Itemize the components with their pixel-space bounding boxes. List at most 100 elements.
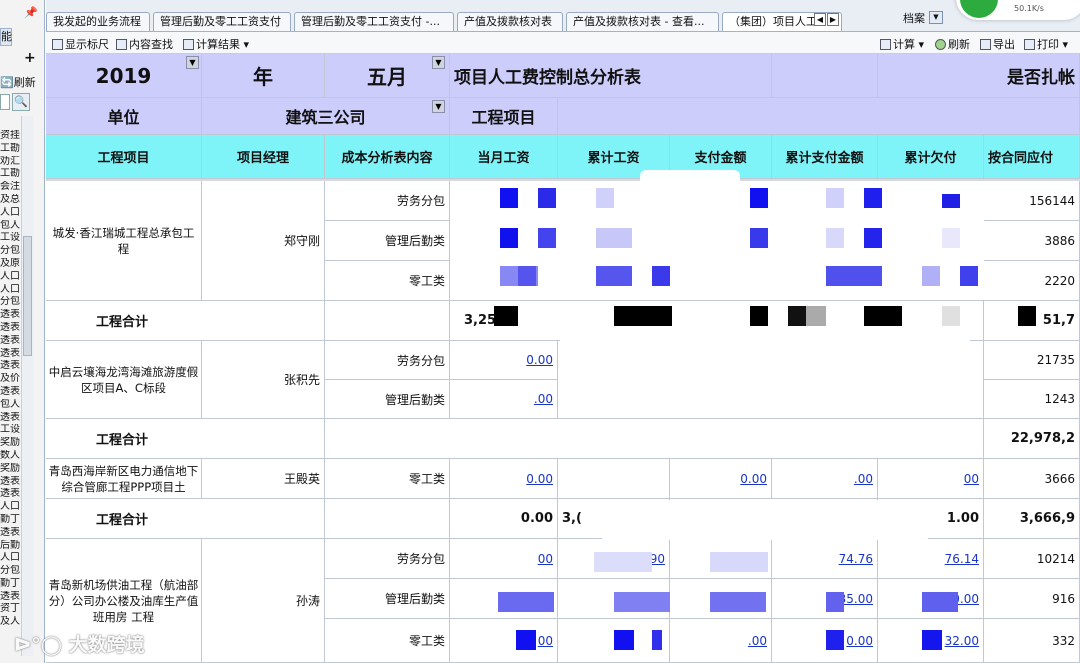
monthly-wage-link[interactable]: 00 (538, 552, 553, 566)
sidebar-tree-item[interactable]: 人口 (0, 501, 20, 514)
sidebar-tree-item[interactable]: 人口 (0, 271, 20, 284)
sidebar-tree-item[interactable]: 透表 (0, 322, 20, 335)
monthly-wage-cell[interactable]: 00 (450, 539, 558, 579)
sidebar-scrollbar[interactable] (21, 116, 33, 656)
monthly-wage-link[interactable]: 0.00 (526, 353, 553, 367)
unit-value-cell[interactable]: 建筑三公司 (202, 98, 450, 135)
cumulative-paid-cell[interactable]: .00 (772, 459, 878, 499)
monthly-wage-cell[interactable]: 0.00 (450, 341, 558, 380)
monthly-wage-cell[interactable]: 0.00 (450, 459, 558, 499)
sidebar-tree-item[interactable]: 人口 (0, 284, 20, 297)
sidebar-tree-item[interactable]: 及价 (0, 373, 20, 386)
monthly-wage-link[interactable]: 0.00 (526, 472, 553, 486)
arrears-link[interactable]: 32.00 (945, 634, 979, 648)
sidebar-tree-item[interactable]: 透表 (0, 348, 20, 361)
print-button[interactable]: 打印 ▾ (1024, 36, 1068, 52)
year-dropdown-icon[interactable]: ▼ (186, 56, 199, 69)
cumulative-wage-link[interactable]: .90 (646, 552, 665, 566)
sidebar-tree-item[interactable]: 劝汇总 (0, 156, 20, 169)
sidebar-tree-item[interactable]: 透表 (0, 591, 20, 604)
sidebar-tree-item[interactable]: 透表 (0, 488, 20, 501)
sidebar-tree-item[interactable]: 工设 (0, 232, 20, 245)
refresh-button[interactable]: 刷新 (935, 36, 970, 52)
month-dropdown-icon[interactable]: ▼ (432, 56, 445, 69)
search-icon[interactable]: 🔍 (12, 93, 30, 111)
scrollbar-thumb[interactable] (23, 236, 32, 356)
sidebar-tree-item[interactable]: 透表 (0, 309, 20, 322)
paid-amount-link[interactable]: .00 (748, 634, 767, 648)
sidebar-tree-item[interactable]: 包人 (0, 220, 20, 233)
cumulative-paid-link[interactable]: 74.76 (839, 552, 873, 566)
tab-wage-payment-detail[interactable]: 管理后勤及零工工资支付 -... (294, 12, 454, 31)
sidebar-tree-item[interactable]: 及人 (0, 616, 20, 629)
cumulative-paid-cell[interactable]: 0.00 (772, 619, 878, 663)
monthly-wage-link[interactable]: 00 (538, 634, 553, 648)
calc-result-button[interactable]: 计算结果 ▾ (183, 36, 249, 52)
sidebar-tree-item[interactable]: 透表 (0, 476, 20, 489)
sidebar-tree-item[interactable]: 人口 (0, 552, 20, 565)
arrears-cell[interactable]: 00 (878, 459, 984, 499)
monthly-wage-cell[interactable]: .00 (450, 380, 558, 419)
unit-dropdown-icon[interactable]: ▼ (432, 100, 445, 113)
add-icon[interactable]: + (24, 50, 36, 66)
sidebar-tree-item[interactable]: 人口 (0, 207, 20, 220)
sidebar-tree-item[interactable]: 透表 (0, 335, 20, 348)
tab-output-check-view[interactable]: 产值及拨款核对表 - 查看... (566, 12, 719, 31)
arrears-link[interactable]: 500.00 (937, 592, 979, 606)
sidebar-refresh-button[interactable]: 🔄刷新 (0, 74, 44, 90)
cumulative-paid-link[interactable]: .00 (854, 472, 873, 486)
cumulative-paid-link[interactable]: 0.00 (846, 634, 873, 648)
export-button[interactable]: 导出 (980, 36, 1015, 52)
paid-amount-link[interactable]: 0.00 (740, 472, 767, 486)
cumulative-paid-cell[interactable]: 74.76 (772, 539, 878, 579)
cumulative-paid-link[interactable]: 35.00 (839, 592, 873, 606)
sidebar-tree-item[interactable]: 会注 (0, 181, 20, 194)
sidebar-search-input[interactable] (0, 94, 10, 110)
calculate-button[interactable]: 计算 ▾ (880, 36, 924, 52)
sidebar-tree-item[interactable]: 数人 (0, 450, 20, 463)
pin-icon[interactable]: 📌 (24, 6, 38, 19)
sidebar-tree-item[interactable]: 透表 (0, 386, 20, 399)
tab-wage-payment[interactable]: 管理后勤及零工工资支付 (153, 12, 291, 31)
tab-scroll-left-icon[interactable]: ◀ (814, 13, 826, 26)
sidebar-tree-item[interactable]: 透表 (0, 360, 20, 373)
arrears-cell[interactable]: 500.00 (878, 579, 984, 619)
archive-dropdown-icon[interactable]: ▼ (929, 11, 943, 24)
sidebar-tree-item[interactable]: 工勘 (0, 143, 20, 156)
sidebar-tree-item[interactable]: 分包 (0, 296, 20, 309)
cumulative-paid-cell[interactable]: 35.00 (772, 579, 878, 619)
sidebar-tree-item[interactable]: 奖励 (0, 437, 20, 450)
sidebar-tree-item[interactable]: 分包 (0, 565, 20, 578)
sidebar-tree-item[interactable]: 透表 (0, 412, 20, 425)
year-cell[interactable]: 2019 (46, 54, 202, 98)
sidebar-tree-item[interactable]: 及总 (0, 194, 20, 207)
paid-amount-cell[interactable]: .00 (670, 619, 772, 663)
monthly-wage-link[interactable]: .00 (534, 392, 553, 406)
arrears-cell[interactable]: 32.00 (878, 619, 984, 663)
sidebar-tree-item[interactable]: 资丁 (0, 603, 20, 616)
sidebar-tree-item[interactable]: 工勘 (0, 168, 20, 181)
project-value-cell[interactable] (558, 98, 1080, 135)
arrears-link[interactable]: 00 (964, 472, 979, 486)
monthly-wage-cell[interactable]: 00 (450, 579, 558, 619)
show-ruler-button[interactable]: 显示标尺 (52, 36, 109, 52)
sidebar-tree-item[interactable]: 工设 (0, 424, 20, 437)
cumulative-wage-cell[interactable]: .90 (558, 539, 670, 579)
sidebar-tab-fragment[interactable]: 能 (0, 28, 12, 46)
sidebar-tree-item[interactable]: 透表 (0, 527, 20, 540)
sidebar-tree-item[interactable]: 分包 (0, 245, 20, 258)
monthly-wage-link[interactable]: 00 (538, 592, 553, 606)
arrears-cell[interactable]: 76.14 (878, 539, 984, 579)
content-search-button[interactable]: 内容查找 (116, 36, 173, 52)
sidebar-tree-item[interactable]: 后勤 (0, 540, 20, 553)
monthly-wage-cell[interactable]: 00 (450, 619, 558, 663)
sidebar-tree-item[interactable]: 勤丁 (0, 514, 20, 527)
tab-my-workflows[interactable]: 我发起的业务流程 (46, 12, 150, 31)
sidebar-tree-item[interactable]: 勤丁 (0, 578, 20, 591)
sidebar-tree-item[interactable]: 包人 (0, 399, 20, 412)
arrears-link[interactable]: 76.14 (945, 552, 979, 566)
tab-scroll-right-icon[interactable]: ▶ (827, 13, 839, 26)
sidebar-tree-item[interactable]: 奖励 (0, 463, 20, 476)
paid-amount-cell[interactable]: 0.00 (670, 459, 772, 499)
sidebar-tree-item[interactable]: 及原 (0, 258, 20, 271)
